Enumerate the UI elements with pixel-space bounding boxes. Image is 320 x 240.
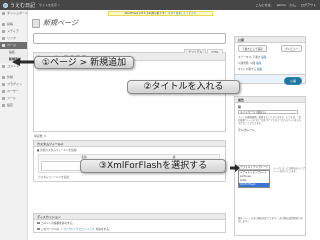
posts-icon	[2, 23, 5, 26]
page-icon	[32, 18, 40, 28]
menu-tools[interactable]: ツール	[0, 95, 27, 102]
site-brand: うえむ日記 サイトを表示 »	[3, 2, 60, 9]
allow-comments-checkbox[interactable]	[37, 221, 40, 225]
admin-header: うえむ日記 サイトを表示 » こんにちは、 admin さん。 ログアウト	[0, 0, 320, 10]
update-now-link[interactable]: 今すぐ更新してください	[168, 12, 196, 15]
publish-footer: 公開	[235, 74, 305, 85]
allow-pings-label: このページへの	[41, 228, 60, 231]
title-input[interactable]	[33, 33, 226, 44]
admin-sidebar: ダッシュボード 投稿 メディア リンク ページ 編集 新規追加 コメント 外観 …	[0, 10, 28, 240]
plugins-icon	[2, 83, 5, 86]
callout-1-arrow-icon	[12, 58, 34, 66]
menu-label: 投稿	[7, 22, 14, 26]
publish-button[interactable]: 公開	[283, 77, 302, 85]
user-links: こんにちは、 admin さん。 ログアウト	[256, 3, 316, 7]
menu-posts[interactable]: 投稿	[0, 21, 27, 28]
menu-label: リンク	[7, 36, 17, 40]
parent-select[interactable]: メインページ (親なし)	[238, 110, 298, 114]
pings-link[interactable]: トラックバックとピンバック	[61, 227, 95, 231]
annotation-step-3: ③XmlForFlashを選択する	[80, 159, 226, 173]
comments-icon	[2, 65, 5, 68]
allow-comments-label: コメントの投稿を許可する。	[41, 222, 75, 225]
links-icon	[2, 37, 5, 40]
settings-icon	[2, 104, 5, 107]
menu-label: ユーザー	[7, 89, 19, 93]
allow-pings-checkbox[interactable]	[37, 227, 40, 231]
template-label: テンプレート	[238, 128, 255, 132]
parent-description: ページを階層構造に整理することができます。たとえば、“会社概要”ページの下に“沿…	[238, 116, 302, 125]
menu-users[interactable]: ユーザー	[0, 88, 27, 95]
visibility-edit-link[interactable]: 編集	[256, 62, 261, 65]
menu-label: メディア	[7, 29, 19, 33]
template-dropdown-list: デフォルトテンプレート Archives Links XmlForFlash	[238, 170, 270, 188]
allow-pings-row: このページへの トラックバックとピンバック を許可する。	[34, 226, 225, 232]
menu-appearance[interactable]: 外観	[0, 74, 27, 81]
page-title: 新規ページ	[43, 19, 78, 27]
schedule-line: すぐに公開する 編集	[235, 66, 305, 72]
menu-dashboard[interactable]: ダッシュボード	[0, 10, 29, 17]
annotation-step-1: ①ページ > 新規追加	[34, 56, 134, 69]
view-site-link[interactable]: サイトを表示 »	[39, 3, 60, 7]
greeting-suffix: さん。	[288, 3, 298, 7]
menu-pages[interactable]: ページ	[0, 42, 27, 49]
greeting-text: こんにちは、	[255, 3, 274, 7]
status-edit-link[interactable]: 編集	[261, 56, 266, 59]
site-title[interactable]: うえむ日記	[10, 2, 35, 9]
menu-label: プラグイン	[7, 82, 23, 86]
update-nag: WordPress 2.8.4 が利用可能です！ 今すぐ更新してください	[108, 11, 213, 16]
preview-button[interactable]: プレビュー	[281, 45, 302, 52]
menu-links[interactable]: リンク	[0, 35, 27, 42]
pages-icon	[2, 44, 5, 47]
save-draft-button[interactable]: 下書きとして保存	[238, 45, 267, 52]
dashboard-icon	[2, 12, 5, 15]
template-description: テーマによっては独自のテンプレートを持っています。	[273, 167, 305, 173]
menu-label: ツール	[7, 96, 17, 100]
annotation-step-2: ②タイトルを入れる	[127, 80, 240, 94]
visibility-text: 公開状態: 公開	[238, 62, 256, 65]
wordpress-logo-icon	[3, 2, 8, 8]
custom-fields-note: ■ 新規カスタムフィールドを追加:	[37, 149, 78, 152]
allow-pings-tail: を許可する。	[95, 228, 112, 231]
callout-3-arrow-icon	[230, 164, 240, 172]
menu-label: 外観	[7, 75, 14, 79]
publish-actions: 下書きとして保存 プレビュー	[235, 43, 305, 54]
page-heading: 新規ページ	[32, 18, 78, 28]
menu-label: 設定	[7, 103, 14, 107]
users-icon	[2, 90, 5, 93]
menu-media[interactable]: メディア	[0, 28, 27, 35]
menu-label: ページ	[7, 43, 16, 47]
menu-settings[interactable]: 設定	[0, 102, 27, 109]
menu-pages-edit[interactable]: 編集	[0, 49, 27, 56]
menu-plugins[interactable]: プラグイン	[0, 81, 27, 88]
username-link[interactable]: admin	[277, 3, 286, 7]
appearance-icon	[2, 76, 5, 79]
media-icon	[2, 30, 5, 33]
attributes-box: 属性 親 メインページ (親なし) ページを階層構造に整理することができます。た…	[234, 96, 306, 236]
schedule-text: すぐに公開する	[238, 68, 257, 71]
update-nag-text: WordPress 2.8.4 が利用可能です！	[124, 12, 168, 15]
discussion-box: ディスカッション コメントの投稿を許可する。 このページへの トラックバックとピ…	[33, 213, 226, 233]
add-custom-field-button[interactable]: カスタムフィールドを追加	[34, 174, 225, 180]
word-count: 単語数: 0	[34, 134, 47, 138]
tools-icon	[2, 97, 5, 100]
publish-box: 公開 下書きとして保存 プレビュー ステータス: 下書き 編集 公開状態: 公開…	[234, 36, 306, 85]
parent-label: 親	[238, 105, 241, 109]
status-text: ステータス: 下書き	[238, 56, 261, 59]
order-description: 順序: ページの並び順を指定できます。（並び順は通常数値で指定します。）	[238, 217, 303, 223]
menu-label: ダッシュボード	[7, 11, 29, 15]
logout-link[interactable]: ログアウト	[301, 3, 316, 7]
menu-label: 編集	[9, 50, 16, 54]
schedule-edit-link[interactable]: 編集	[257, 68, 262, 71]
template-option[interactable]: XmlForFlash	[239, 183, 269, 187]
